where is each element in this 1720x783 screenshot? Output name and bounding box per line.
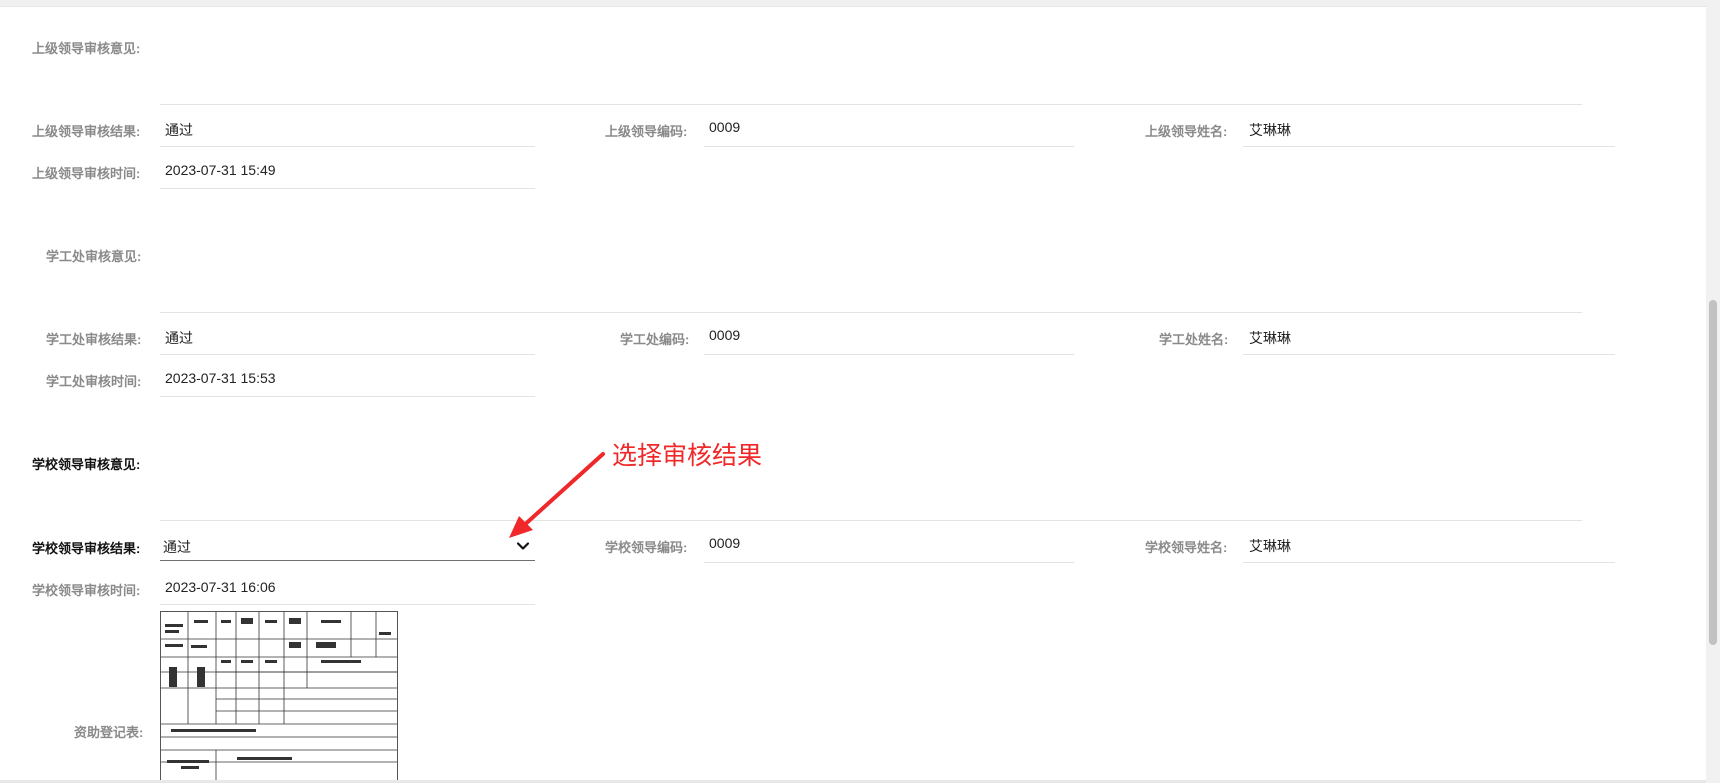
superior-time-underline — [160, 188, 535, 189]
scrollbar-thumb[interactable] — [1709, 300, 1717, 645]
superior-result-value: 通过 — [165, 122, 193, 138]
superior-time-label: 上级领导审核时间: — [32, 166, 141, 181]
chevron-down-icon[interactable] — [515, 538, 531, 554]
student-affairs-name-underline — [1243, 354, 1615, 355]
student-affairs-name-label: 学工处姓名: — [1159, 332, 1229, 347]
superior-name-label: 上级领导姓名: — [1145, 124, 1228, 139]
superior-name-underline — [1243, 146, 1615, 147]
school-code-label: 学校领导编码: — [605, 540, 688, 555]
student-affairs-code-label: 学工处编码: — [620, 332, 690, 347]
school-result-label: 学校领导审核结果: — [32, 541, 141, 556]
school-code-underline — [704, 562, 1074, 563]
red-arrow-icon — [509, 452, 605, 538]
superior-code-underline — [704, 146, 1074, 147]
school-name-label: 学校领导姓名: — [1145, 540, 1228, 555]
superior-code-value: 0009 — [709, 119, 741, 135]
student-affairs-opinion-underline — [160, 312, 1582, 313]
student-affairs-time-underline — [160, 396, 535, 397]
school-time-value: 2023-07-31 16:06 — [165, 579, 276, 595]
student-affairs-result-value: 通过 — [165, 330, 193, 346]
school-result-select[interactable]: 通过 — [160, 532, 535, 561]
school-time-underline — [160, 604, 535, 605]
superior-name-value: 艾琳琳 — [1249, 122, 1291, 138]
school-code-value: 0009 — [709, 535, 741, 551]
school-time-label: 学校领导审核时间: — [32, 583, 141, 598]
vertical-scrollbar[interactable] — [1706, 0, 1720, 783]
superior-time-value: 2023-07-31 15:49 — [165, 162, 276, 178]
superior-opinion-underline — [160, 104, 1582, 105]
superior-result-underline — [160, 146, 535, 147]
student-affairs-result-label: 学工处审核结果: — [46, 332, 142, 347]
student-affairs-result-underline — [160, 354, 535, 355]
review-page: 上级领导审核意见: 上级领导审核结果: 通过 上级领导编码: 0009 上级领导… — [0, 0, 1720, 783]
attachment-label: 资助登记表: — [74, 725, 144, 740]
registration-form-thumbnail[interactable] — [160, 611, 398, 783]
top-bar — [0, 0, 1720, 7]
annotation-text: 选择审核结果 — [612, 442, 763, 470]
school-name-underline — [1243, 562, 1615, 563]
student-affairs-time-label: 学工处审核时间: — [46, 374, 142, 389]
school-result-selected-value: 通过 — [163, 539, 191, 555]
school-opinion-label: 学校领导审核意见: — [32, 457, 141, 472]
school-name-value: 艾琳琳 — [1249, 538, 1291, 554]
student-affairs-name-value: 艾琳琳 — [1249, 330, 1291, 346]
superior-opinion-label: 上级领导审核意见: — [32, 41, 141, 56]
superior-result-label: 上级领导审核结果: — [32, 124, 141, 139]
superior-code-label: 上级领导编码: — [605, 124, 688, 139]
student-affairs-code-underline — [704, 354, 1074, 355]
student-affairs-time-value: 2023-07-31 15:53 — [165, 370, 276, 386]
school-opinion-underline[interactable] — [160, 520, 1582, 521]
student-affairs-opinion-label: 学工处审核意见: — [46, 249, 142, 264]
form-thumbnail-graphic — [161, 612, 397, 783]
student-affairs-code-value: 0009 — [709, 327, 741, 343]
